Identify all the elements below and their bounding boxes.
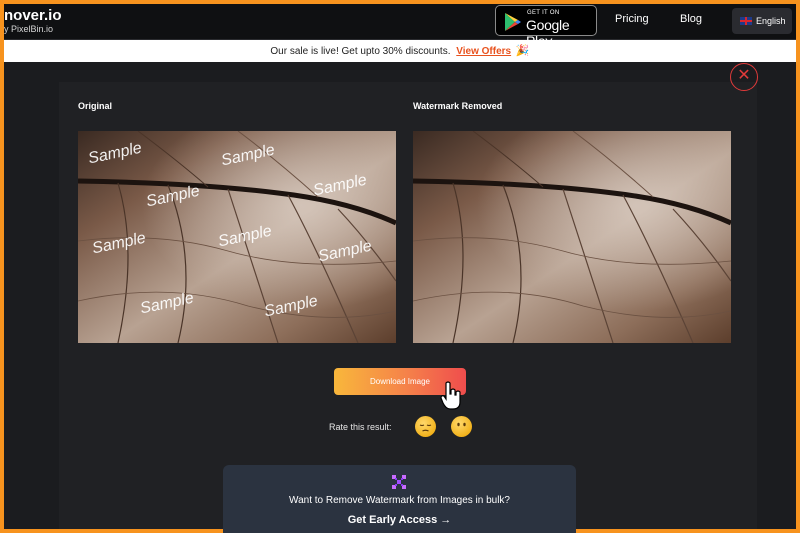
brand-logo[interactable]: nover.io y PixelBin.io — [4, 7, 62, 35]
original-title: Original — [78, 101, 113, 111]
brand-subtitle: y PixelBin.io — [4, 24, 54, 34]
google-play-button[interactable]: GET IT ON Google Play — [495, 5, 597, 49]
nav-pricing-link[interactable]: Pricing — [615, 13, 649, 25]
bulk-promo-card: Want to Remove Watermark from Images in … — [223, 465, 576, 533]
sale-banner: Our sale is live! Get upto 30% discounts… — [4, 40, 796, 62]
neutral-face-icon[interactable] — [451, 416, 472, 437]
view-offers-link[interactable]: View Offers — [456, 46, 511, 57]
hand-pointer-icon — [440, 381, 461, 410]
pixelbin-logo-icon — [392, 475, 406, 489]
rate-label: Rate this result: — [329, 422, 392, 432]
uk-flag-icon — [740, 17, 752, 25]
store-caption: GET IT ON — [527, 10, 560, 16]
original-image: Sample Sample Sample Sample Sample Sampl… — [78, 131, 396, 343]
nav-blog-link[interactable]: Blog — [680, 13, 702, 25]
result-image — [413, 131, 731, 343]
bulk-promo-text: Want to Remove Watermark from Images in … — [289, 495, 510, 506]
language-label: English — [756, 16, 786, 26]
pensive-face-icon[interactable] — [415, 416, 436, 437]
get-early-access-link[interactable]: Get Early Access → — [223, 514, 576, 526]
party-popper-icon: 🎉 — [515, 45, 530, 57]
language-selector[interactable]: English — [732, 8, 792, 34]
brand-name: nover.io — [4, 7, 62, 24]
result-title: Watermark Removed — [413, 101, 503, 111]
leaf-photo-result — [413, 131, 731, 343]
close-icon[interactable]: ✕ — [730, 63, 758, 91]
google-play-icon — [505, 13, 521, 31]
sale-banner-text: Our sale is live! Get upto 30% discounts… — [270, 46, 451, 57]
top-nav: nover.io y PixelBin.io GET IT ON Google … — [4, 4, 796, 49]
